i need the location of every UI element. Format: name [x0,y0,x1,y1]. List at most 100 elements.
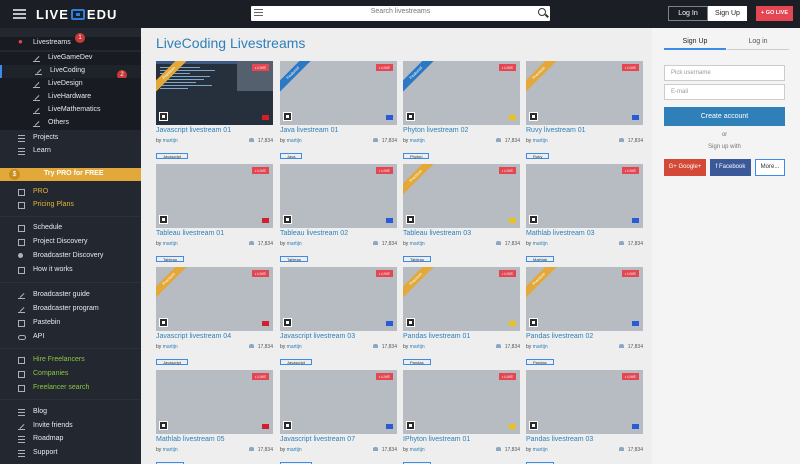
sidebar-item-projects[interactable]: Projects [0,132,141,145]
sidebar-item-livehardware[interactable]: LiveHardware [0,91,141,104]
author-link[interactable]: martijn [287,447,302,453]
stream-title[interactable]: Mathlab livestream 05 [156,436,273,445]
language-tag[interactable]: Javascript [280,359,313,365]
sidebar-item-livestreams[interactable]: ● Livestreams [0,37,141,50]
tab-signup[interactable]: Sign Up [664,38,726,50]
livestream-card[interactable]: • LIVE Javascript livestream 07 by martijn… [280,370,397,464]
stream-title[interactable]: Javascript livestream 07 [280,436,397,445]
stream-title[interactable]: Pandas livestream 03 [526,436,643,445]
livestream-card[interactable]: • LIVE Featured Java livestream 01 by marti… [280,61,397,163]
livestream-card[interactable]: • LIVE Premium Pandas livestream 01 by mart… [403,267,520,369]
livestream-card[interactable]: • LIVE Javascript livestream 03 by martijn… [280,267,397,369]
stream-title[interactable]: Java livestream 01 [280,127,397,136]
livestream-card[interactable]: • LIVE IPhyton livestream 01 by martijn 17,… [403,370,520,464]
author-link[interactable]: martijn [163,447,178,453]
sidebar-item-project-discovery[interactable]: Project Discovery [0,236,141,249]
language-tag[interactable]: Pandas [403,359,431,365]
username-field[interactable]: Pick username [664,65,785,81]
author-link[interactable]: martijn [163,344,178,350]
language-tag[interactable]: Tableau [156,256,185,262]
livestream-card[interactable]: • LIVE Premium Ruvy livestream 01 by martij… [526,61,643,163]
try-pro-banner[interactable]: $ Try PRO for FREE [0,168,141,181]
livestream-card[interactable]: • LIVE Pandas livestream 03 by martijn 17,8… [526,370,643,464]
stream-thumbnail[interactable]: • LIVE [403,370,520,434]
author-link[interactable]: martijn [533,447,548,453]
author-link[interactable]: martijn [410,447,425,453]
language-tag[interactable]: Ruby [526,153,550,159]
stream-thumbnail[interactable]: • LIVE Featured [403,61,520,125]
stream-thumbnail[interactable]: • LIVE [526,164,643,228]
facebook-signup-button[interactable]: f Facebook [710,159,751,176]
livestream-card[interactable]: • LIVE Featured Phyton livestream 02 by mar… [403,61,520,163]
livestream-card[interactable]: • LIVE Tableau livestream 02 by martijn 17,… [280,164,397,266]
stream-thumbnail[interactable]: • LIVE Featured [280,61,397,125]
author-link[interactable]: martijn [163,241,178,247]
author-link[interactable]: martijn [410,138,425,144]
language-tag[interactable]: Javascript [156,359,189,365]
stream-thumbnail[interactable]: • LIVE [280,267,397,331]
language-tag[interactable]: Phyton [403,153,430,159]
logo[interactable]: LIVE EDU [36,6,117,22]
language-tag[interactable]: Pandas [526,359,554,365]
stream-thumbnail[interactable]: • LIVE [156,370,273,434]
sidebar-item-livegamedev[interactable]: LiveGameDev [0,52,141,65]
sidebar-item-roadmap[interactable]: Roadmap [0,433,141,446]
author-link[interactable]: martijn [163,138,178,144]
go-live-button[interactable]: + GO LIVE [756,6,793,21]
author-link[interactable]: martijn [410,344,425,350]
livestream-card[interactable]: • LIVE Premium Pandas livestream 02 by mart… [526,267,643,369]
stream-thumbnail[interactable]: • LIVE Premium [156,61,273,125]
search-icon[interactable] [538,8,546,16]
livestream-card[interactable]: • LIVE Mathlab livestream 05 by martijn 17,… [156,370,273,464]
stream-title[interactable]: Mathlab livestream 03 [526,230,643,239]
sidebar-item-api[interactable]: API [0,331,141,344]
author-link[interactable]: martijn [410,241,425,247]
sidebar-item-invite-friends[interactable]: Invite friends [0,420,141,433]
language-tag[interactable]: Tableau [403,256,432,262]
sidebar-item-schedule[interactable]: Schedule [0,222,141,235]
stream-title[interactable]: Ruvy livestream 01 [526,127,643,136]
language-tag[interactable]: Mathlab [526,256,555,262]
search-input[interactable]: Search livestreams [251,8,550,15]
livestream-card[interactable]: • LIVE Premium Tableau livestream 03 by mar… [403,164,520,266]
language-tag[interactable]: Javascript [156,153,189,159]
google-signup-button[interactable]: G+ Google+ [664,159,706,176]
stream-title[interactable]: Pandas livestream 01 [403,333,520,342]
livestream-card[interactable]: • LIVE Tableau livestream 01 by martijn 17,… [156,164,273,266]
sidebar-item-pricing-plans[interactable]: Pricing Plans [0,199,141,212]
stream-thumbnail[interactable]: • LIVE Premium [526,61,643,125]
create-account-button[interactable]: Create account [664,107,785,126]
stream-thumbnail[interactable]: • LIVE Premium [403,267,520,331]
stream-thumbnail[interactable]: • LIVE [526,370,643,434]
stream-title[interactable]: Javascript livestream 01 [156,127,273,136]
livestream-card[interactable]: • LIVE Mathlab livestream 03 by martijn 17,… [526,164,643,266]
stream-title[interactable]: IPhyton livestream 01 [403,436,520,445]
sidebar-item-how-it-works[interactable]: How it works [0,264,141,277]
sidebar-item-learn[interactable]: Learn [0,145,141,158]
stream-thumbnail[interactable]: • LIVE Premium [156,267,273,331]
sidebar-item-support[interactable]: Support [0,447,141,460]
stream-thumbnail[interactable]: • LIVE [280,370,397,434]
sidebar-item-livemathematics[interactable]: LiveMathematics [0,104,141,117]
stream-title[interactable]: Tableau livestream 02 [280,230,397,239]
stream-title[interactable]: Pandas livestream 02 [526,333,643,342]
author-link[interactable]: martijn [287,344,302,350]
sidebar-item-broadcaster-program[interactable]: Broadcaster program [0,303,141,316]
stream-thumbnail[interactable]: • LIVE [156,164,273,228]
sidebar-item-pastebin[interactable]: Pastebin [0,317,141,330]
sidebar-item-blog[interactable]: Blog [0,406,141,419]
search-bar[interactable]: Search livestreams [251,6,550,21]
livestream-card[interactable]: • LIVE Premium Javascript livestream 04 by … [156,267,273,369]
author-link[interactable]: martijn [533,344,548,350]
sidebar-item-broadcaster-guide[interactable]: Broadcaster guide [0,289,141,302]
sidebar-item-others[interactable]: Others [0,117,141,130]
email-field[interactable]: E-mail [664,84,785,100]
stream-title[interactable]: Phyton livestream 02 [403,127,520,136]
sidebar-item-livedesign[interactable]: LiveDesign [0,78,141,91]
stream-title[interactable]: Tableau livestream 03 [403,230,520,239]
sidebar-item-hire-freelancers[interactable]: Hire Freelancers [0,354,141,367]
sidebar-item-freelancer-search[interactable]: Freelancer search [0,382,141,395]
login-button[interactable]: Log In [668,6,708,21]
stream-title[interactable]: Javascript livestream 03 [280,333,397,342]
author-link[interactable]: martijn [533,138,548,144]
